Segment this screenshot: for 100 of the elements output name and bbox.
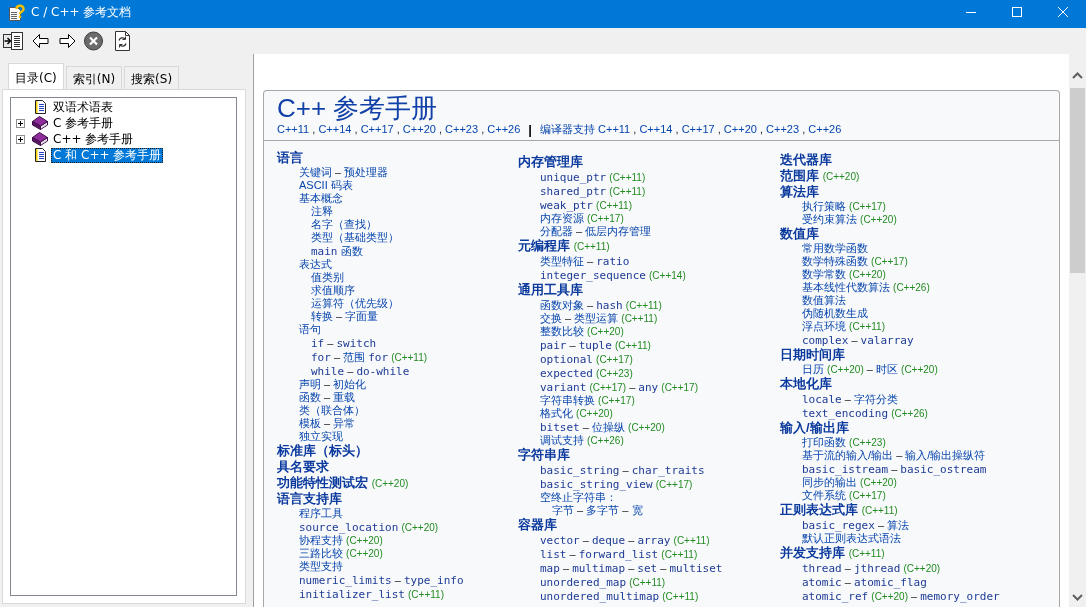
refresh-icon[interactable] xyxy=(113,31,132,51)
section-link[interactable]: 迭代器库 xyxy=(780,152,832,168)
topic-link[interactable]: 协程支持 (C++20) xyxy=(299,534,383,547)
topic-link[interactable]: unordered_map (C++11) xyxy=(540,575,666,589)
topic-link[interactable]: map – multimap – set – multiset xyxy=(540,561,723,575)
topic-link[interactable]: 受约束算法 (C++20) xyxy=(802,213,897,226)
topic-link[interactable]: integer_sequence (C++14) xyxy=(540,268,686,282)
topic-link[interactable]: 伪随机数生成 xyxy=(802,307,868,320)
topic-link[interactable]: 声明 – 初始化 xyxy=(299,378,367,391)
topic-link[interactable]: initializer_list (C++11) xyxy=(299,587,444,601)
topic-link[interactable]: 类型特征 – ratio xyxy=(540,254,630,268)
topic-link[interactable]: 求值顺序 xyxy=(311,284,355,297)
topic-link[interactable]: atomic_ref (C++20) – memory_order xyxy=(802,589,1000,603)
topic-link[interactable]: 数学特殊函数 (C++17) xyxy=(802,255,908,268)
tree-item[interactable]: 双语术语表 xyxy=(51,99,115,115)
topic-link[interactable]: 打印函数 (C++23) xyxy=(802,436,886,449)
topic-link[interactable]: unique_ptr (C++11) xyxy=(540,170,646,184)
topic-link[interactable]: 执行策略 (C++17) xyxy=(802,200,886,213)
panel-arrow-icon[interactable] xyxy=(3,31,23,51)
section-link[interactable]: 输入/输出库 xyxy=(780,420,849,436)
scrollbar-thumb[interactable] xyxy=(1070,88,1085,273)
section-link[interactable]: 算法库 xyxy=(780,184,819,200)
topic-link[interactable]: 类型（基础类型） xyxy=(311,231,399,244)
section-link[interactable]: 具名要求 xyxy=(277,459,329,475)
topic-link[interactable]: 调试支持 (C++26) xyxy=(540,434,624,447)
section-link[interactable]: 数值库 xyxy=(780,226,819,242)
topic-link[interactable]: locale – 字符分类 xyxy=(802,392,898,406)
topic-link[interactable]: 关键词 – 预处理器 xyxy=(299,166,389,179)
stop-icon[interactable] xyxy=(84,31,103,51)
topic-link[interactable]: bitset – 位操纵 (C++20) xyxy=(540,420,665,434)
compiler-support-links[interactable]: 编译器支持 C++11 , C++14 , C++17 , C++20 , C++23 , C++26 xyxy=(539,123,842,136)
topic-link[interactable]: 转换 – 字面量 xyxy=(311,310,379,323)
topic-link[interactable]: 运算符（优先级） xyxy=(311,297,399,310)
expand-icon[interactable] xyxy=(16,118,25,128)
topic-link[interactable]: 浮点环境 (C++11) xyxy=(802,320,885,333)
topic-link[interactable]: pair – tuple (C++11) xyxy=(540,338,651,352)
section-link[interactable]: 内存管理库 xyxy=(518,154,583,170)
tree-item[interactable]: C 和 C++ 参考手册 xyxy=(51,147,164,163)
section-link[interactable]: 语言 xyxy=(277,150,303,166)
topic-link[interactable]: 日历 (C++20) – 时区 (C++20) xyxy=(802,363,938,376)
section-link[interactable]: 范围库 (C++20) xyxy=(780,168,860,184)
tab[interactable]: 搜索(S) xyxy=(124,66,180,89)
topic-link[interactable]: 类型支持 xyxy=(299,560,343,573)
topic-link[interactable]: 文件系统 (C++17) xyxy=(802,489,886,502)
topic-link[interactable]: main 函数 xyxy=(311,244,363,258)
section-link[interactable]: 正则表达式库 (C++11) xyxy=(780,502,898,518)
section-link[interactable]: 元编程库 (C++11) xyxy=(518,238,610,254)
section-link[interactable]: 通用工具库 xyxy=(518,282,583,298)
section-link[interactable]: 功能特性测试宏 (C++20) xyxy=(277,475,409,491)
topic-link[interactable]: if – switch xyxy=(311,336,377,350)
topic-link[interactable]: basic_istream – basic_ostream xyxy=(802,462,987,476)
topic-link[interactable]: basic_string – char_traits xyxy=(540,463,705,477)
section-link[interactable]: 并发支持库 (C++11) xyxy=(780,545,885,561)
section-link[interactable]: 标准库（标头） xyxy=(277,443,368,459)
topic-link[interactable]: 常用数学函数 xyxy=(802,242,868,255)
topic-link[interactable]: 独立实现 xyxy=(299,430,343,443)
topic-link[interactable]: 字节 – 多字节 – 宽 xyxy=(552,504,643,517)
topic-link[interactable]: 交换 – 类型运算 (C++11) xyxy=(540,312,658,325)
topic-link[interactable]: 数学常数 (C++20) xyxy=(802,268,886,281)
section-link[interactable]: 日期时间库 xyxy=(780,347,845,363)
tab[interactable]: 目录(C) xyxy=(8,63,64,89)
topic-link[interactable]: 内存资源 (C++17) xyxy=(540,212,624,225)
topic-link[interactable]: 空终止字符串： xyxy=(540,491,617,504)
topic-link[interactable]: expected (C++23) xyxy=(540,366,633,380)
topic-link[interactable]: ASCII 码表 xyxy=(299,179,353,192)
standard-version-links[interactable]: C++11 , C++14 , C++17 , C++20 , C++23 , C++26 xyxy=(277,123,521,136)
topic-link[interactable]: 程序工具 xyxy=(299,507,343,520)
topic-link[interactable]: unordered_multimap (C++11) xyxy=(540,589,699,603)
tab[interactable]: 索引(N) xyxy=(65,66,123,89)
topic-link[interactable]: 整数比较 (C++20) xyxy=(540,325,624,338)
back-arrow-icon[interactable] xyxy=(32,31,49,51)
topic-link[interactable]: 值类别 xyxy=(311,271,344,284)
topic-link[interactable]: 字符串转换 (C++17) xyxy=(540,394,635,407)
topic-link[interactable]: 表达式 xyxy=(299,258,332,271)
topic-link[interactable]: 基本概念 xyxy=(299,192,343,205)
section-link[interactable]: 语言支持库 xyxy=(277,491,342,507)
topic-link[interactable]: 类（联合体） xyxy=(299,404,365,417)
topic-link[interactable]: 基本线性代数算法 (C++26) xyxy=(802,281,930,294)
topic-link[interactable]: basic_string_view (C++17) xyxy=(540,477,693,491)
forward-arrow-icon[interactable] xyxy=(59,31,76,51)
topic-link[interactable]: numeric_limits – type_info xyxy=(299,573,464,587)
topic-link[interactable]: 三路比较 (C++20) xyxy=(299,547,383,560)
topic-link[interactable]: atomic – atomic_flag xyxy=(802,575,927,589)
topic-link[interactable]: variant (C++17) – any (C++17) xyxy=(540,380,698,394)
topic-link[interactable]: list – forward_list (C++11) xyxy=(540,547,698,561)
topic-link[interactable]: optional (C++17) xyxy=(540,352,633,366)
topic-link[interactable]: 函数对象 – hash (C++11) xyxy=(540,298,662,312)
section-link[interactable]: 字符串库 xyxy=(518,447,570,463)
topic-link[interactable]: 注释 xyxy=(311,205,333,218)
topic-link[interactable]: 函数 – 重载 xyxy=(299,391,356,404)
topic-link[interactable]: shared_ptr (C++11) xyxy=(540,184,646,198)
topic-link[interactable]: weak_ptr (C++11) xyxy=(540,198,632,212)
topic-link[interactable]: thread – jthread (C++20) xyxy=(802,561,941,575)
topic-link[interactable]: 默认正则表达式语法 xyxy=(802,532,901,545)
topic-link[interactable]: text_encoding (C++26) xyxy=(802,406,928,420)
topic-link[interactable]: basic_regex – 算法 xyxy=(802,518,910,532)
scroll-up-icon[interactable] xyxy=(1072,72,1083,79)
scroll-down-icon[interactable] xyxy=(1072,594,1083,601)
topic-link[interactable]: 名字（查找） xyxy=(311,218,377,231)
topic-link[interactable]: 模板 – 异常 xyxy=(299,417,356,430)
